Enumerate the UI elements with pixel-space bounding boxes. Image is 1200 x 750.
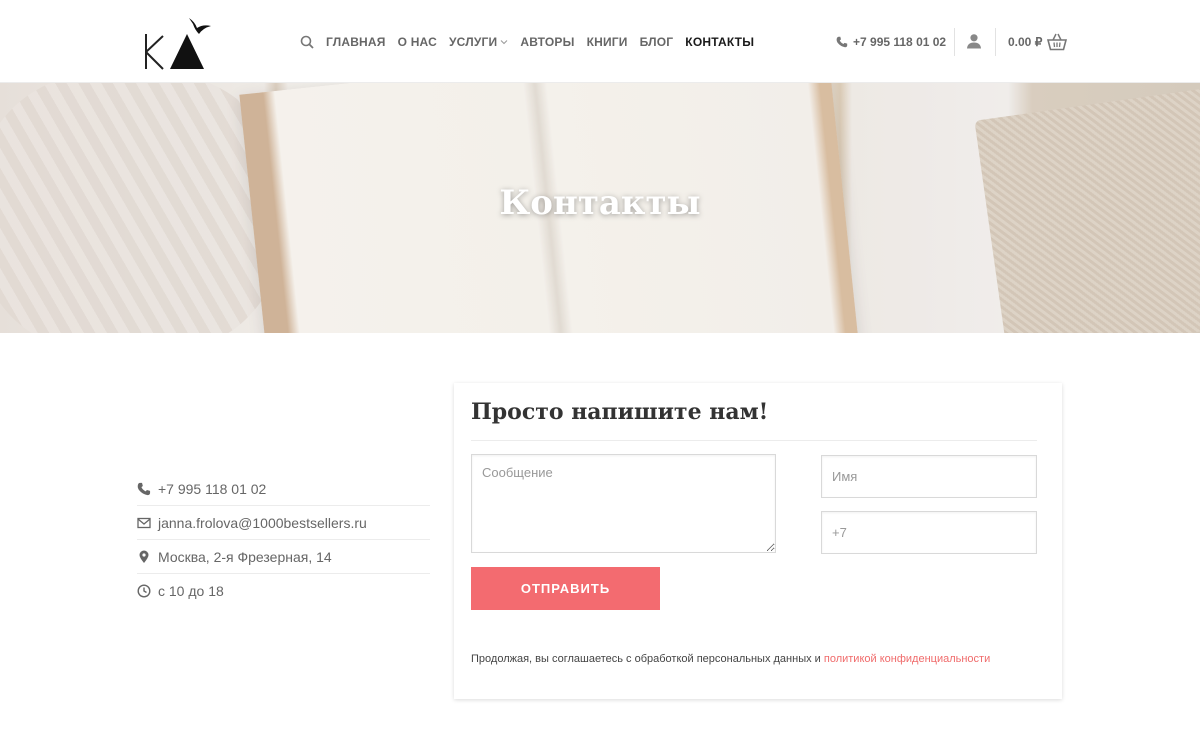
clock-icon: [137, 584, 151, 598]
user-icon[interactable]: [966, 33, 982, 49]
contact-info-phone[interactable]: +7 995 118 01 02: [137, 472, 430, 506]
nav-item-books[interactable]: КНИГИ: [587, 35, 628, 49]
contact-form-card: Просто напишите нам! ОТПРАВИТЬ Продолжая…: [454, 383, 1062, 699]
form-title: Просто напишите нам!: [471, 399, 769, 425]
contact-info-phone-text: +7 995 118 01 02: [158, 480, 267, 497]
header-phone-text: +7 995 118 01 02: [853, 35, 947, 49]
contact-info-list: +7 995 118 01 02 janna.frolova@1000bests…: [137, 472, 430, 608]
name-field[interactable]: [821, 455, 1037, 498]
hero-banner: Контакты: [0, 83, 1200, 333]
site-header: KA ГЛАВНАЯ О НАС УСЛУГИ АВТОРЫ КНИГИ БЛО…: [0, 0, 1200, 83]
contact-info-address-text: Москва, 2-я Фрезерная, 14: [158, 548, 332, 565]
contact-info-email[interactable]: janna.frolova@1000bestsellers.ru: [137, 506, 430, 540]
consent-text-body: Продолжая, вы соглашаетесь с обработкой …: [471, 653, 824, 665]
header-divider: [954, 28, 955, 56]
message-field[interactable]: [471, 454, 776, 553]
nav-item-contacts[interactable]: КОНТАКТЫ: [685, 35, 754, 49]
contact-info-hours-text: с 10 до 18: [158, 583, 224, 599]
contact-info-hours: с 10 до 18: [137, 574, 430, 608]
form-divider: [471, 440, 1037, 441]
header-divider: [995, 28, 996, 56]
nav-item-authors[interactable]: АВТОРЫ: [520, 35, 574, 49]
logo[interactable]: [143, 12, 215, 72]
nav-item-about[interactable]: О НАС: [398, 35, 437, 49]
phone-icon: [137, 482, 151, 496]
main-nav: ГЛАВНАЯ О НАС УСЛУГИ АВТОРЫ КНИГИ БЛОГ К…: [300, 32, 766, 52]
map-pin-icon: [137, 550, 151, 564]
envelope-icon: [137, 516, 151, 530]
cart-total: 0.00 ₽: [1008, 35, 1043, 49]
consent-text: Продолжая, вы соглашаетесь с обработкой …: [471, 653, 990, 665]
submit-button[interactable]: ОТПРАВИТЬ: [471, 567, 660, 610]
basket-icon: [1047, 33, 1068, 51]
nav-item-services[interactable]: УСЛУГИ: [449, 35, 508, 49]
nav-item-services-label: УСЛУГИ: [449, 35, 498, 49]
chevron-down-icon: [501, 40, 508, 45]
contact-info-address[interactable]: Москва, 2-я Фрезерная, 14: [137, 540, 430, 574]
contact-info-email-text: janna.frolova@1000bestsellers.ru: [158, 514, 367, 531]
nav-item-blog[interactable]: БЛОГ: [640, 35, 674, 49]
page-title: Контакты: [499, 183, 701, 223]
header-phone[interactable]: +7 995 118 01 02: [836, 30, 946, 54]
nav-item-home[interactable]: ГЛАВНАЯ: [326, 35, 386, 49]
phone-field[interactable]: [821, 511, 1037, 554]
cart-button[interactable]: 0.00 ₽: [1008, 30, 1068, 54]
search-icon[interactable]: [300, 35, 314, 49]
phone-icon: [836, 36, 848, 48]
privacy-policy-link[interactable]: политикой конфиденциальности: [824, 653, 990, 665]
